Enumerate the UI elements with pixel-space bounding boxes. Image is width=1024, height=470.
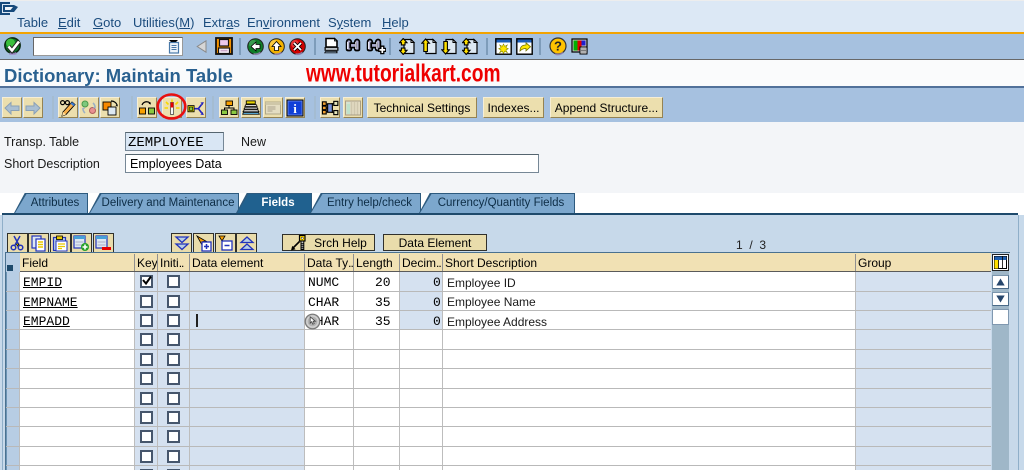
svg-text:?: ?: [554, 39, 562, 54]
svg-text:i: i: [293, 101, 297, 116]
